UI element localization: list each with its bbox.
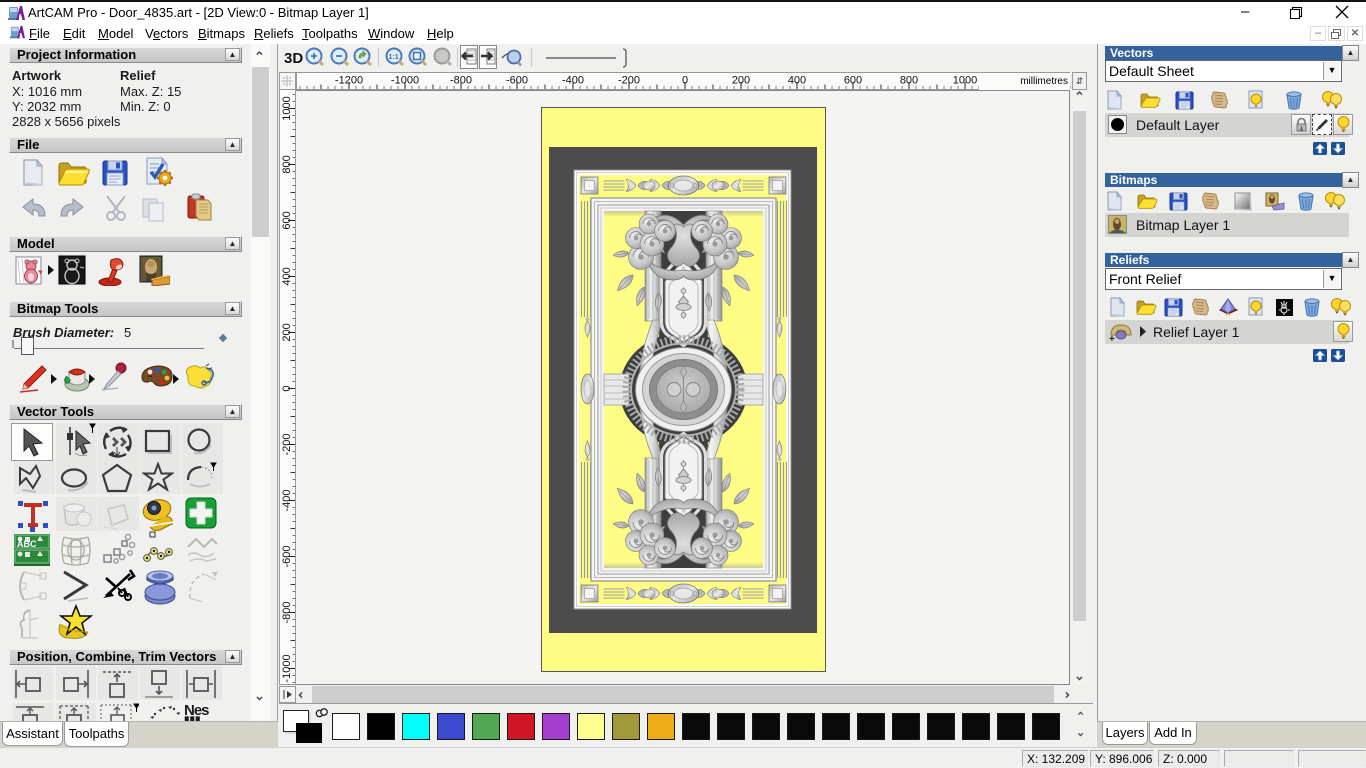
svg-text:+: +	[1109, 334, 1115, 343]
svg-text:1:1: 1:1	[389, 54, 399, 61]
svg-text:ABC: ABC	[17, 539, 37, 549]
